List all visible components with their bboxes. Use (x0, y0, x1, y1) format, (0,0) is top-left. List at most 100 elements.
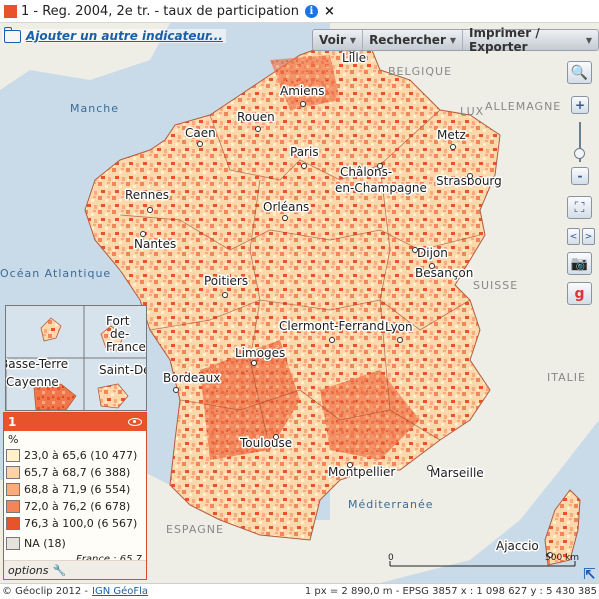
camera-button[interactable]: 📷 (567, 252, 592, 275)
add-indicator-link[interactable]: Ajouter un autre indicateur... (2, 26, 226, 43)
legend-panel: 1 % 23,0 à 65,6 (10 477) 65,7 à 68,7 (6 … (3, 412, 147, 580)
legend-class-label: 23,0 à 65,6 (10 477) (24, 449, 138, 462)
menu-voir[interactable]: Voir ▼ (313, 30, 364, 50)
city-label: Ajaccio (496, 539, 539, 553)
overseas-label: Cayenne (6, 375, 59, 389)
title-bar: 1 - Reg. 2004, 2e tr. - taux de particip… (0, 0, 599, 23)
map-coordinates: 1 px = 2 890,0 m - EPSG 3857 x : 1 098 6… (304, 586, 597, 597)
legend-header: 1 (4, 413, 146, 431)
close-icon[interactable]: × (324, 4, 335, 19)
eye-icon[interactable] (128, 418, 142, 426)
city-label: Clermont-Ferrand (279, 319, 384, 333)
city-label: Châlons- (340, 165, 392, 179)
status-bar: © Géoclip 2012 - IGN GéoFla 1 px = 2 890… (0, 583, 599, 599)
city-label: Lille (342, 51, 366, 65)
map-menu-bar: Voir ▼ Rechercher ▼ Imprimer / Exporter ▼ (312, 26, 599, 54)
ign-geofla-link[interactable]: IGN GéoFla (92, 586, 148, 597)
city-label: Metz (437, 128, 466, 142)
chevron-down-icon: ▼ (449, 35, 457, 45)
menu-rechercher[interactable]: Rechercher ▼ (363, 30, 464, 50)
copyright: © Géoclip 2012 - (2, 586, 89, 597)
city-label: Lyon (385, 320, 413, 334)
legend-swatch (6, 517, 20, 530)
legend-class[interactable]: 65,7 à 68,7 (6 388) (4, 464, 146, 481)
overseas-label: de- (110, 327, 129, 341)
city-label: Nantes (134, 237, 176, 251)
overseas-label: France (106, 340, 146, 354)
legend-swatch (6, 483, 20, 496)
legend-swatch (6, 500, 20, 513)
country-label: ITALIE (547, 371, 586, 384)
camera-icon: 📷 (570, 255, 589, 272)
zoom-box-button[interactable]: 🔍 (567, 61, 592, 84)
legend-number: 1 (8, 415, 17, 429)
add-indicator-label: Ajouter un autre indicateur... (26, 29, 223, 43)
folder-icon (4, 26, 21, 43)
legend-class[interactable]: 72,0 à 76,2 (6 678) (4, 498, 146, 515)
indicator-title: 1 - Reg. 2004, 2e tr. - taux de particip… (21, 3, 299, 19)
legend-na[interactable]: NA (18) (4, 535, 146, 552)
overseas-label: Fort (106, 314, 130, 328)
overseas-inset: Fort de- France Basse-Terre Saint-Denis … (0, 305, 169, 411)
city-label: Limoges (235, 346, 285, 360)
city-label: Besançon (415, 266, 473, 280)
legend-options-label: options (8, 563, 49, 577)
scale-start: 0 (388, 553, 394, 563)
city-label: Orléans (263, 200, 309, 214)
pan-left-button[interactable]: < (567, 228, 580, 245)
guadeloupe-shape (40, 317, 62, 342)
google-earth-icon: g (574, 285, 585, 302)
legend-swatch (6, 449, 20, 462)
sea-label: Manche (70, 102, 119, 115)
legend-class[interactable]: 68,8 à 71,9 (6 554) (4, 481, 146, 498)
google-earth-button[interactable]: g (567, 282, 592, 305)
chevron-down-icon: ▼ (585, 35, 592, 45)
menu-label: Rechercher (369, 33, 446, 47)
resize-arrow-icon[interactable]: ⇱ (583, 565, 596, 583)
legend-class-label: 76,3 à 100,0 (6 567) (24, 517, 138, 530)
pan-right-button[interactable]: > (582, 228, 595, 245)
menu-imprimer-exporter[interactable]: Imprimer / Exporter ▼ (463, 26, 598, 54)
zoom-in-button[interactable]: + (571, 96, 589, 114)
reunion-shape (97, 383, 129, 409)
zoom-out-button[interactable]: - (571, 167, 589, 185)
city-label: Dijon (417, 246, 448, 260)
city-label: en-Champagne (335, 181, 427, 195)
city-label: Amiens (280, 84, 324, 98)
city-label: Bordeaux (163, 371, 220, 385)
legend-swatch (6, 466, 20, 479)
legend-class[interactable]: 76,3 à 100,0 (6 567) (4, 515, 146, 532)
info-icon[interactable]: i (304, 4, 318, 18)
zoom-slider-handle[interactable] (574, 148, 585, 159)
legend-class-label: 72,0 à 76,2 (6 678) (24, 500, 131, 513)
country-label: ESPAGNE (166, 523, 224, 536)
country-label: ALLEMAGNE (485, 100, 561, 113)
overseas-label: Basse-Terre (6, 357, 68, 371)
menu-label: Imprimer / Exporter (469, 26, 540, 54)
legend-options-button[interactable]: options 🔧 (4, 560, 146, 579)
country-label: BELGIQUE (388, 65, 452, 78)
city-label: Caen (185, 126, 216, 140)
wrench-icon: 🔧 (52, 563, 67, 577)
scale-end: 500 km (545, 553, 579, 563)
overseas-map: Fort de- France Basse-Terre Saint-Denis … (0, 306, 169, 411)
magnifier-icon: 🔍 (570, 64, 589, 81)
sea-label: Océan Atlantique (0, 267, 111, 280)
legend-class-label: 65,7 à 68,7 (6 388) (24, 466, 131, 479)
expand-icon: ⛶ (574, 199, 585, 216)
indicator-color-swatch (4, 4, 17, 18)
country-label: SUISSE (473, 279, 518, 292)
legend-classes: 23,0 à 65,6 (10 477) 65,7 à 68,7 (6 388)… (4, 447, 146, 552)
legend-class-label: 68,8 à 71,9 (6 554) (24, 483, 131, 496)
city-label: Montpellier (328, 465, 395, 479)
chevron-down-icon: ▼ (349, 35, 357, 45)
overseas-label: Saint-Denis (99, 363, 146, 377)
city-label: Marseille (430, 466, 484, 480)
country-label: LUX (460, 105, 484, 118)
full-extent-button[interactable]: ⛶ (567, 196, 592, 219)
legend-unit: % (8, 433, 19, 446)
city-label: Rouen (237, 110, 275, 124)
legend-class[interactable]: 23,0 à 65,6 (10 477) (4, 447, 146, 464)
city-label: Poitiers (204, 274, 248, 288)
city-label: Paris (290, 145, 319, 159)
